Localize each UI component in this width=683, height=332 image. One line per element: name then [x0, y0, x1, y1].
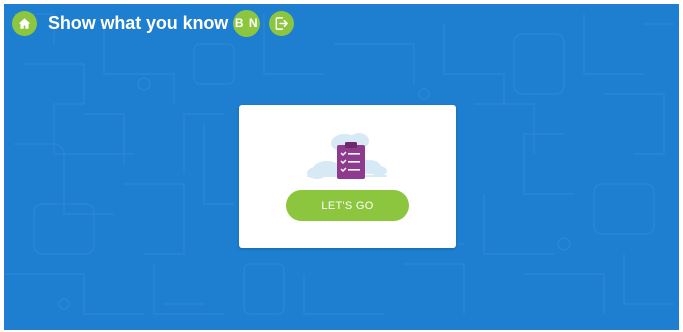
home-button[interactable] [12, 10, 37, 36]
clipboard-checklist-icon [307, 133, 387, 179]
top-bar: Show what you know B N [12, 9, 295, 37]
user-avatar[interactable]: B N [233, 9, 261, 37]
start-card: LET'S GO [239, 105, 456, 248]
home-icon [18, 17, 31, 29]
logout-icon [275, 16, 289, 30]
app-screen: Show what you know B N LET'S GO [4, 4, 679, 330]
lets-go-button[interactable]: LET'S GO [286, 190, 409, 221]
logout-button[interactable] [269, 10, 295, 36]
page-title: Show what you know [48, 12, 229, 33]
